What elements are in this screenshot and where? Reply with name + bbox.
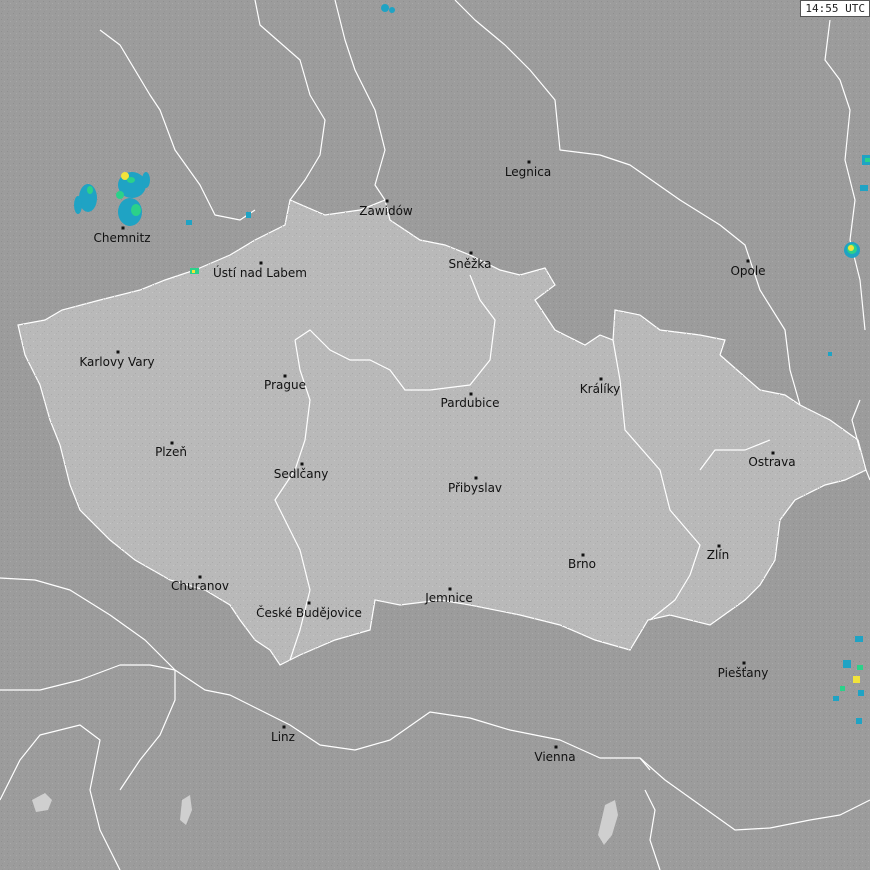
city-label-churanov: Churanov bbox=[171, 579, 229, 593]
city-label-piestany: Piešťany bbox=[717, 666, 769, 680]
city-dot-legnica bbox=[527, 160, 531, 164]
city-label-zlin: Zlín bbox=[706, 548, 730, 562]
city-label-prague: Prague bbox=[264, 378, 306, 392]
city-dot-ceske-budejovice bbox=[307, 601, 311, 605]
city-label-snezka: Sněžka bbox=[448, 257, 492, 271]
city-label-pardubice: Pardubice bbox=[440, 396, 500, 410]
city-label-plzen: Plzeň bbox=[155, 445, 187, 459]
map-base bbox=[0, 0, 870, 870]
city-dot-pribyslav bbox=[474, 476, 478, 480]
city-dot-kraliky bbox=[599, 377, 603, 381]
city-label-zawidow: Zawidów bbox=[359, 204, 413, 218]
city-label-linz: Linz bbox=[271, 730, 295, 744]
city-dot-snezka bbox=[469, 251, 473, 255]
timestamp-label: 14:55 UTC bbox=[800, 0, 870, 17]
city-dot-chemnitz bbox=[121, 226, 125, 230]
city-label-ostrava: Ostrava bbox=[748, 455, 796, 469]
city-dot-zawidow bbox=[385, 199, 389, 203]
city-dot-piestany bbox=[742, 661, 746, 665]
city-dot-sedlcany bbox=[300, 462, 304, 466]
city-dot-linz bbox=[282, 725, 286, 729]
city-label-chemnitz: Chemnitz bbox=[93, 231, 151, 245]
city-label-karlovy-vary: Karlovy Vary bbox=[79, 355, 155, 369]
city-dot-opole bbox=[746, 259, 750, 263]
city-label-ceske-budejovice: České Budějovice bbox=[256, 606, 362, 620]
city-label-pribyslav: Přibyslav bbox=[447, 481, 503, 495]
city-label-jemnice: Jemnice bbox=[425, 591, 473, 605]
city-label-legnica: Legnica bbox=[504, 165, 552, 179]
city-dot-usti bbox=[259, 261, 263, 265]
city-dot-vienna bbox=[554, 745, 558, 749]
city-label-vienna: Vienna bbox=[534, 750, 576, 764]
city-label-brno: Brno bbox=[568, 557, 596, 571]
city-label-usti: Ústí nad Labem bbox=[212, 266, 308, 280]
city-label-sedlcany: Sedlčany bbox=[273, 467, 329, 481]
city-dot-karlovy-vary bbox=[116, 350, 120, 354]
weather-radar-map: Legnica Zawidów Chemnitz Ústí nad Labem … bbox=[0, 0, 870, 870]
city-label-opole: Opole bbox=[730, 264, 766, 278]
city-label-kraliky: Králíky bbox=[579, 382, 621, 396]
